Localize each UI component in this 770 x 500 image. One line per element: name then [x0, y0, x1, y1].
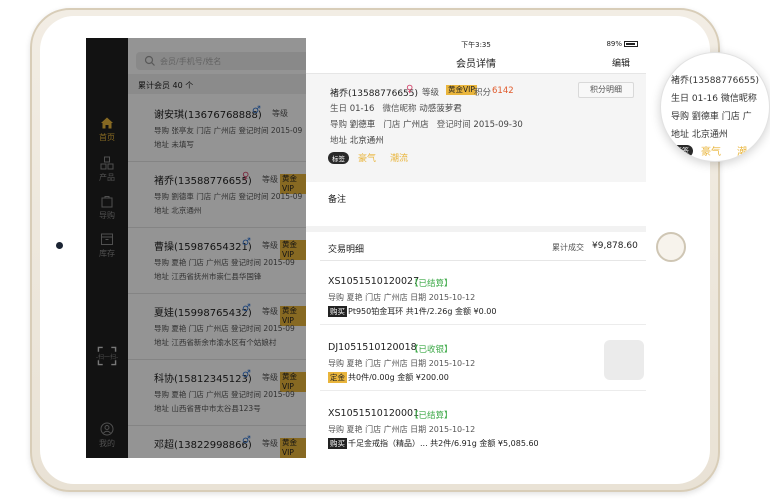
- birthday-label: 生日: [330, 104, 348, 114]
- transaction-desc: 共0件/0.00g 金额 ¥200.00: [348, 373, 449, 382]
- status-battery: 89%: [606, 40, 638, 48]
- transaction-item[interactable]: XS1051510120027 【已结算】 导购 夏艳 门店 广州店 日期 20…: [306, 276, 646, 344]
- member-name: 褚乔(13588776655): [330, 89, 419, 99]
- points-detail-button[interactable]: 积分明细: [578, 82, 634, 98]
- page-title: 会员详情: [456, 59, 496, 70]
- vip-badge: 黄金VIP: [446, 85, 477, 95]
- transaction-id: XS1051510120027: [328, 276, 420, 287]
- wechat-value: 动感菠萝君: [419, 104, 462, 114]
- grade-label: 等级: [422, 88, 440, 98]
- transaction-status: 【已结算】: [410, 279, 453, 289]
- stage: 首页 产品 导购 库存 -扫一扫- 我的 会员/手机号/姓名 累计会员 40 个…: [0, 0, 770, 500]
- transaction-item[interactable]: XS1051510120001 【已结算】 导购 夏艳 门店 广州店 日期 20…: [306, 408, 646, 458]
- tag-item[interactable]: 潮流: [390, 151, 408, 164]
- tag-item[interactable]: 豪气: [358, 151, 376, 164]
- edit-button[interactable]: 编辑: [612, 56, 630, 69]
- member-detail-panel: 下午3:35 89% 会员详情 编辑 褚乔(13588776655) ♀ 等级 …: [306, 38, 646, 458]
- transaction-status: 【已收银】: [410, 345, 453, 355]
- total-label: 累计成交: [552, 243, 584, 252]
- guide-value: 劉德車: [349, 120, 376, 130]
- transaction-status: 【已结算】: [410, 411, 453, 421]
- nav-bar: 会员详情 编辑: [306, 50, 646, 74]
- tag-label: 标签: [328, 152, 349, 164]
- wechat-label: 微信昵称: [382, 104, 417, 114]
- magnifier-line: 生日 01-16 微信昵称: [671, 94, 757, 104]
- battery-percent: 89%: [606, 40, 622, 48]
- address-value: 北京通州: [349, 136, 384, 146]
- magnifier-callout: 褚乔(13588776655) 生日 01-16 微信昵称 导购 劉德車 门店 …: [660, 52, 770, 162]
- remark-label: 备注: [328, 195, 347, 205]
- magnifier-tag: 潮: [737, 147, 747, 158]
- guide-line: 导购 劉德車 门店 广州店 登记时间 2015-09-30: [330, 118, 523, 130]
- transaction-desc: Pt950铂金耳环 共1件/2.26g 金额 ¥0.00: [348, 307, 497, 316]
- transaction-desc: 千足金戒指（精品）... 共2件/6.91g 金额 ¥5,085.60: [348, 439, 539, 448]
- section-divider: [306, 226, 646, 232]
- screen: 首页 产品 导购 库存 -扫一扫- 我的 会员/手机号/姓名 累计会员 40 个…: [86, 38, 646, 458]
- magnifier-tag-label: 标签: [671, 145, 693, 157]
- store-value: 广州店: [403, 120, 429, 130]
- floating-card: [604, 340, 644, 380]
- transactions-title: 交易明细: [328, 245, 365, 255]
- transaction-id: XS1051510120001: [328, 408, 420, 419]
- birthday-value: 01-16: [349, 104, 375, 114]
- female-icon: ♀: [406, 84, 414, 95]
- guide-label: 导购: [330, 120, 348, 130]
- points-label: 积分: [474, 88, 492, 98]
- address-line: 地址 北京通州: [330, 134, 384, 146]
- register-value: 2015-09-30: [473, 120, 523, 130]
- magnifier-line: 导购 劉德車 门店 广: [671, 112, 752, 122]
- points-value: 6142: [492, 86, 514, 96]
- magnifier-tag: 豪气: [701, 147, 721, 158]
- status-bar: 下午3:35 89%: [306, 38, 646, 50]
- magnifier-name: 褚乔(13588776655): [671, 76, 760, 86]
- magnifier-line: 地址 北京通州: [671, 130, 728, 140]
- transaction-meta: 导购 夏艳 门店 广州店 日期 2015-10-12: [328, 425, 476, 434]
- address-label: 地址: [330, 136, 348, 146]
- home-button[interactable]: [656, 232, 686, 262]
- status-time: 下午3:35: [461, 41, 491, 49]
- total-value: ¥9,878.60: [592, 241, 638, 251]
- divider: [320, 390, 646, 391]
- divider: [320, 260, 646, 261]
- transaction-meta: 导购 夏艳 门店 广州店 日期 2015-10-12: [328, 293, 476, 302]
- transaction-type-badge: 购买: [328, 438, 347, 449]
- dim-overlay[interactable]: [86, 38, 306, 458]
- transaction-item[interactable]: DJ1051510120018 【已收银】 导购 夏艳 门店 广州店 日期 20…: [306, 342, 646, 410]
- birthday-line: 生日 01-16 微信昵称 动感菠萝君: [330, 102, 462, 114]
- camera-icon: [56, 242, 63, 249]
- register-label: 登记时间: [436, 120, 471, 130]
- transaction-type-badge: 定金: [328, 372, 347, 383]
- battery-icon: [624, 41, 638, 47]
- member-info-block: 褚乔(13588776655) ♀ 等级 黄金VIP 积分 6142 积分明细 …: [306, 74, 646, 182]
- transaction-id: DJ1051510120018: [328, 342, 417, 353]
- transaction-type-badge: 购买: [328, 306, 347, 317]
- transaction-meta: 导购 夏艳 门店 广州店 日期 2015-10-12: [328, 359, 476, 368]
- divider: [320, 324, 646, 325]
- store-label: 门店: [383, 120, 401, 130]
